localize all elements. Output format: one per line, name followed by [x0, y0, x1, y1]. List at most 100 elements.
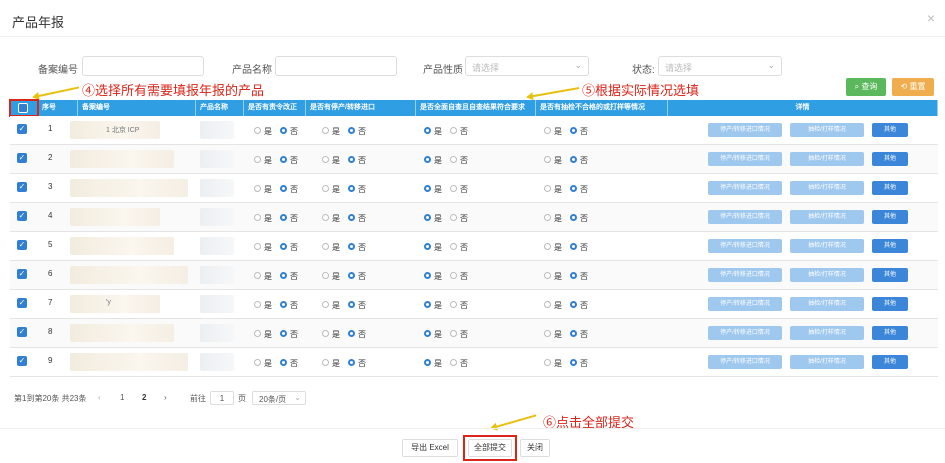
self-check-yes-radio[interactable]	[424, 127, 431, 134]
self-check-no-radio[interactable]	[450, 243, 457, 250]
suspension-yes-radio[interactable]	[322, 127, 329, 134]
suspension-yes-radio[interactable]	[322, 185, 329, 192]
reset-button[interactable]: ⟲ 重置	[892, 78, 934, 96]
correction-yes-radio[interactable]	[254, 330, 261, 337]
prev-page-icon[interactable]: ‹	[98, 393, 101, 402]
self-check-yes-radio[interactable]	[424, 214, 431, 221]
suspension-yes-radio[interactable]	[322, 243, 329, 250]
sampling-no-radio[interactable]	[570, 359, 577, 366]
correction-no-radio[interactable]	[280, 272, 287, 279]
sampling-yes-radio[interactable]	[544, 156, 551, 163]
other-detail-button[interactable]: 其他	[872, 326, 908, 340]
self-check-no-radio[interactable]	[450, 301, 457, 308]
self-check-yes-radio[interactable]	[424, 359, 431, 366]
correction-yes-radio[interactable]	[254, 156, 261, 163]
sampling-detail-button[interactable]: 抽检/打样情况	[790, 297, 864, 311]
sampling-detail-button[interactable]: 抽检/打样情况	[790, 123, 864, 137]
sampling-no-radio[interactable]	[570, 214, 577, 221]
export-excel-button[interactable]: 导出 Excel	[402, 439, 458, 457]
suspension-detail-button[interactable]: 停产/转移进口情况	[708, 123, 782, 137]
row-checkbox[interactable]: ✓	[17, 298, 27, 308]
self-check-yes-radio[interactable]	[424, 301, 431, 308]
sampling-detail-button[interactable]: 抽检/打样情况	[790, 152, 864, 166]
sampling-no-radio[interactable]	[570, 156, 577, 163]
row-checkbox[interactable]: ✓	[17, 182, 27, 192]
self-check-no-radio[interactable]	[450, 272, 457, 279]
close-button[interactable]: 关闭	[520, 439, 550, 457]
suspension-no-radio[interactable]	[348, 214, 355, 221]
suspension-yes-radio[interactable]	[322, 156, 329, 163]
correction-yes-radio[interactable]	[254, 272, 261, 279]
correction-no-radio[interactable]	[280, 185, 287, 192]
correction-no-radio[interactable]	[280, 301, 287, 308]
next-page-icon[interactable]: ›	[164, 393, 167, 402]
correction-no-radio[interactable]	[280, 127, 287, 134]
correction-no-radio[interactable]	[280, 243, 287, 250]
row-checkbox[interactable]: ✓	[17, 356, 27, 366]
sampling-no-radio[interactable]	[570, 272, 577, 279]
row-checkbox[interactable]: ✓	[17, 124, 27, 134]
other-detail-button[interactable]: 其他	[872, 123, 908, 137]
sampling-detail-button[interactable]: 抽检/打样情况	[790, 355, 864, 369]
sampling-yes-radio[interactable]	[544, 359, 551, 366]
other-detail-button[interactable]: 其他	[872, 355, 908, 369]
suspension-no-radio[interactable]	[348, 127, 355, 134]
suspension-yes-radio[interactable]	[322, 301, 329, 308]
suspension-no-radio[interactable]	[348, 185, 355, 192]
status-select[interactable]: 请选择 ⌄	[658, 56, 782, 76]
correction-no-radio[interactable]	[280, 156, 287, 163]
suspension-no-radio[interactable]	[348, 156, 355, 163]
correction-yes-radio[interactable]	[254, 243, 261, 250]
row-checkbox[interactable]: ✓	[17, 327, 27, 337]
self-check-no-radio[interactable]	[450, 156, 457, 163]
self-check-no-radio[interactable]	[450, 185, 457, 192]
sampling-no-radio[interactable]	[570, 330, 577, 337]
suspension-no-radio[interactable]	[348, 330, 355, 337]
self-check-yes-radio[interactable]	[424, 243, 431, 250]
sampling-yes-radio[interactable]	[544, 185, 551, 192]
correction-no-radio[interactable]	[280, 214, 287, 221]
other-detail-button[interactable]: 其他	[872, 297, 908, 311]
suspension-detail-button[interactable]: 停产/转移进口情况	[708, 297, 782, 311]
query-button[interactable]: ⌕ 查询	[846, 78, 886, 96]
page-2[interactable]: 2	[142, 393, 146, 402]
goto-page-input[interactable]: 1	[210, 391, 234, 405]
other-detail-button[interactable]: 其他	[872, 181, 908, 195]
suspension-detail-button[interactable]: 停产/转移进口情况	[708, 268, 782, 282]
sampling-no-radio[interactable]	[570, 127, 577, 134]
self-check-yes-radio[interactable]	[424, 272, 431, 279]
record-no-input[interactable]	[82, 56, 204, 76]
sampling-detail-button[interactable]: 抽检/打样情况	[790, 326, 864, 340]
suspension-no-radio[interactable]	[348, 272, 355, 279]
correction-yes-radio[interactable]	[254, 185, 261, 192]
suspension-no-radio[interactable]	[348, 243, 355, 250]
self-check-no-radio[interactable]	[450, 127, 457, 134]
row-checkbox[interactable]: ✓	[17, 240, 27, 250]
suspension-detail-button[interactable]: 停产/转移进口情况	[708, 152, 782, 166]
suspension-detail-button[interactable]: 停产/转移进口情况	[708, 181, 782, 195]
suspension-yes-radio[interactable]	[322, 272, 329, 279]
sampling-detail-button[interactable]: 抽检/打样情况	[790, 239, 864, 253]
page-1[interactable]: 1	[120, 393, 124, 402]
suspension-yes-radio[interactable]	[322, 359, 329, 366]
row-checkbox[interactable]: ✓	[17, 269, 27, 279]
suspension-yes-radio[interactable]	[322, 330, 329, 337]
sampling-yes-radio[interactable]	[544, 272, 551, 279]
product-name-input[interactable]	[275, 56, 397, 76]
suspension-detail-button[interactable]: 停产/转移进口情况	[708, 210, 782, 224]
sampling-detail-button[interactable]: 抽检/打样情况	[790, 210, 864, 224]
sampling-no-radio[interactable]	[570, 185, 577, 192]
sampling-no-radio[interactable]	[570, 301, 577, 308]
product-nature-select[interactable]: 请选择 ⌄	[465, 56, 589, 76]
self-check-no-radio[interactable]	[450, 214, 457, 221]
sampling-detail-button[interactable]: 抽检/打样情况	[790, 268, 864, 282]
suspension-no-radio[interactable]	[348, 301, 355, 308]
page-size-select[interactable]: 20条/页 ⌄	[252, 391, 306, 405]
sampling-yes-radio[interactable]	[544, 330, 551, 337]
self-check-yes-radio[interactable]	[424, 330, 431, 337]
correction-yes-radio[interactable]	[254, 301, 261, 308]
self-check-yes-radio[interactable]	[424, 185, 431, 192]
suspension-yes-radio[interactable]	[322, 214, 329, 221]
suspension-detail-button[interactable]: 停产/转移进口情况	[708, 355, 782, 369]
suspension-detail-button[interactable]: 停产/转移进口情况	[708, 326, 782, 340]
